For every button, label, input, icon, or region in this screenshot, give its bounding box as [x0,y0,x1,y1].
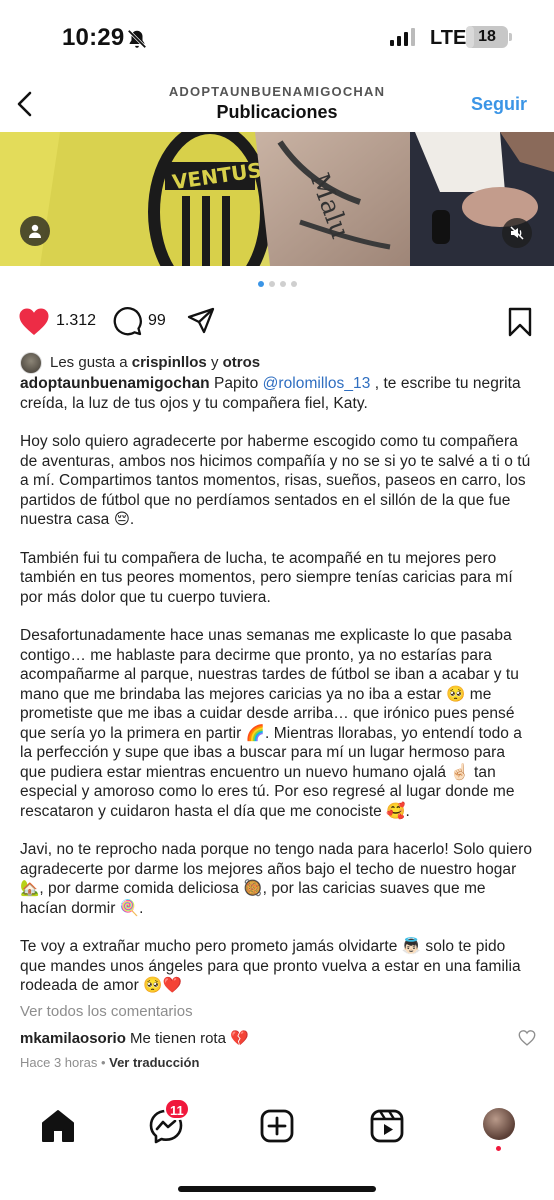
caption-p1-before: Papito [209,375,263,392]
battery-icon: 18 [466,26,512,48]
meta-separator: • [97,1055,110,1070]
caption-mention[interactable]: @rolomillos_13 [263,375,371,392]
post-time: Hace 3 horas [20,1055,98,1070]
heart-filled-icon[interactable] [18,307,50,337]
liked-by-others[interactable]: otros [223,354,261,371]
avatar [20,352,42,374]
caption-paragraph: Te voy a extrañar mucho pero prometo jam… [20,938,521,994]
share-icon[interactable] [186,306,216,336]
comment-item: mkamilaosorio Me tienen rota 💔 [20,1029,540,1047]
view-all-comments-link[interactable]: Ver todos los comentarios [20,1003,193,1020]
create-icon[interactable] [257,1106,297,1146]
follow-button[interactable]: Seguir [471,94,527,115]
comment-icon[interactable] [112,306,142,336]
carousel-indicator [0,281,554,287]
caption-paragraph: Javi, no te reprocho nada porque no teng… [20,841,533,917]
battery-level: 18 [478,28,496,45]
liked-by-connector: y [210,354,219,371]
top-header: ADOPTAUNBUENAMIGOCHAN Publicaciones Segu… [0,76,554,132]
translate-link[interactable]: Ver traducción [109,1055,199,1070]
home-indicator [178,1186,376,1192]
carousel-dot [279,281,286,287]
home-icon[interactable] [38,1106,78,1146]
bottom-nav: 11 [0,1092,554,1200]
caption-paragraph: Desafortunadamente hace unas semanas me … [20,627,522,820]
caption-paragraph: Hoy solo quiero agradecerte por haberme … [20,433,531,528]
profile-notification-dot [496,1146,501,1151]
liked-by[interactable]: Les gusta a crispinllos y otros [20,352,540,374]
caption-username[interactable]: adoptaunbuenamigochan [20,375,210,392]
carousel-dot [257,281,264,287]
mute-icon[interactable] [502,218,532,248]
post-meta: Hace 3 horas • Ver traducción [20,1055,199,1070]
comment-username[interactable]: mkamilaosorio [20,1030,126,1047]
post-photo: VENTUS Malu [0,132,554,266]
post-caption: adoptaunbuenamigochan Papito @rolomillos… [20,374,535,1015]
status-bar: 10:29 LTE 18 [0,0,554,76]
post-actions: 1.312 99 [0,302,554,342]
messages-badge: 11 [164,1098,190,1120]
comments-count[interactable]: 99 [148,312,166,330]
post-media[interactable]: VENTUS Malu [0,132,554,266]
heart-outline-icon[interactable] [518,1030,536,1046]
liked-by-prefix: Les gusta a [50,354,128,371]
caption-paragraph: También fui tu compañera de lucha, te ac… [20,549,513,606]
status-time: 10:29 [62,24,125,51]
profile-avatar[interactable] [483,1108,515,1140]
user-tag-icon[interactable] [20,216,50,246]
likes-count[interactable]: 1.312 [56,312,96,330]
comment-text: Me tienen rota 💔 [125,1030,249,1047]
carousel-dot [290,281,297,287]
carousel-dot [268,281,275,287]
liked-by-user[interactable]: crispinllos [132,354,207,371]
bell-slash-icon [127,29,147,49]
bookmark-icon[interactable] [507,307,533,337]
messenger-tab[interactable]: 11 [146,1098,190,1146]
reels-icon[interactable] [367,1106,407,1146]
signal-icon [390,28,415,46]
network-type: LTE [430,27,467,49]
